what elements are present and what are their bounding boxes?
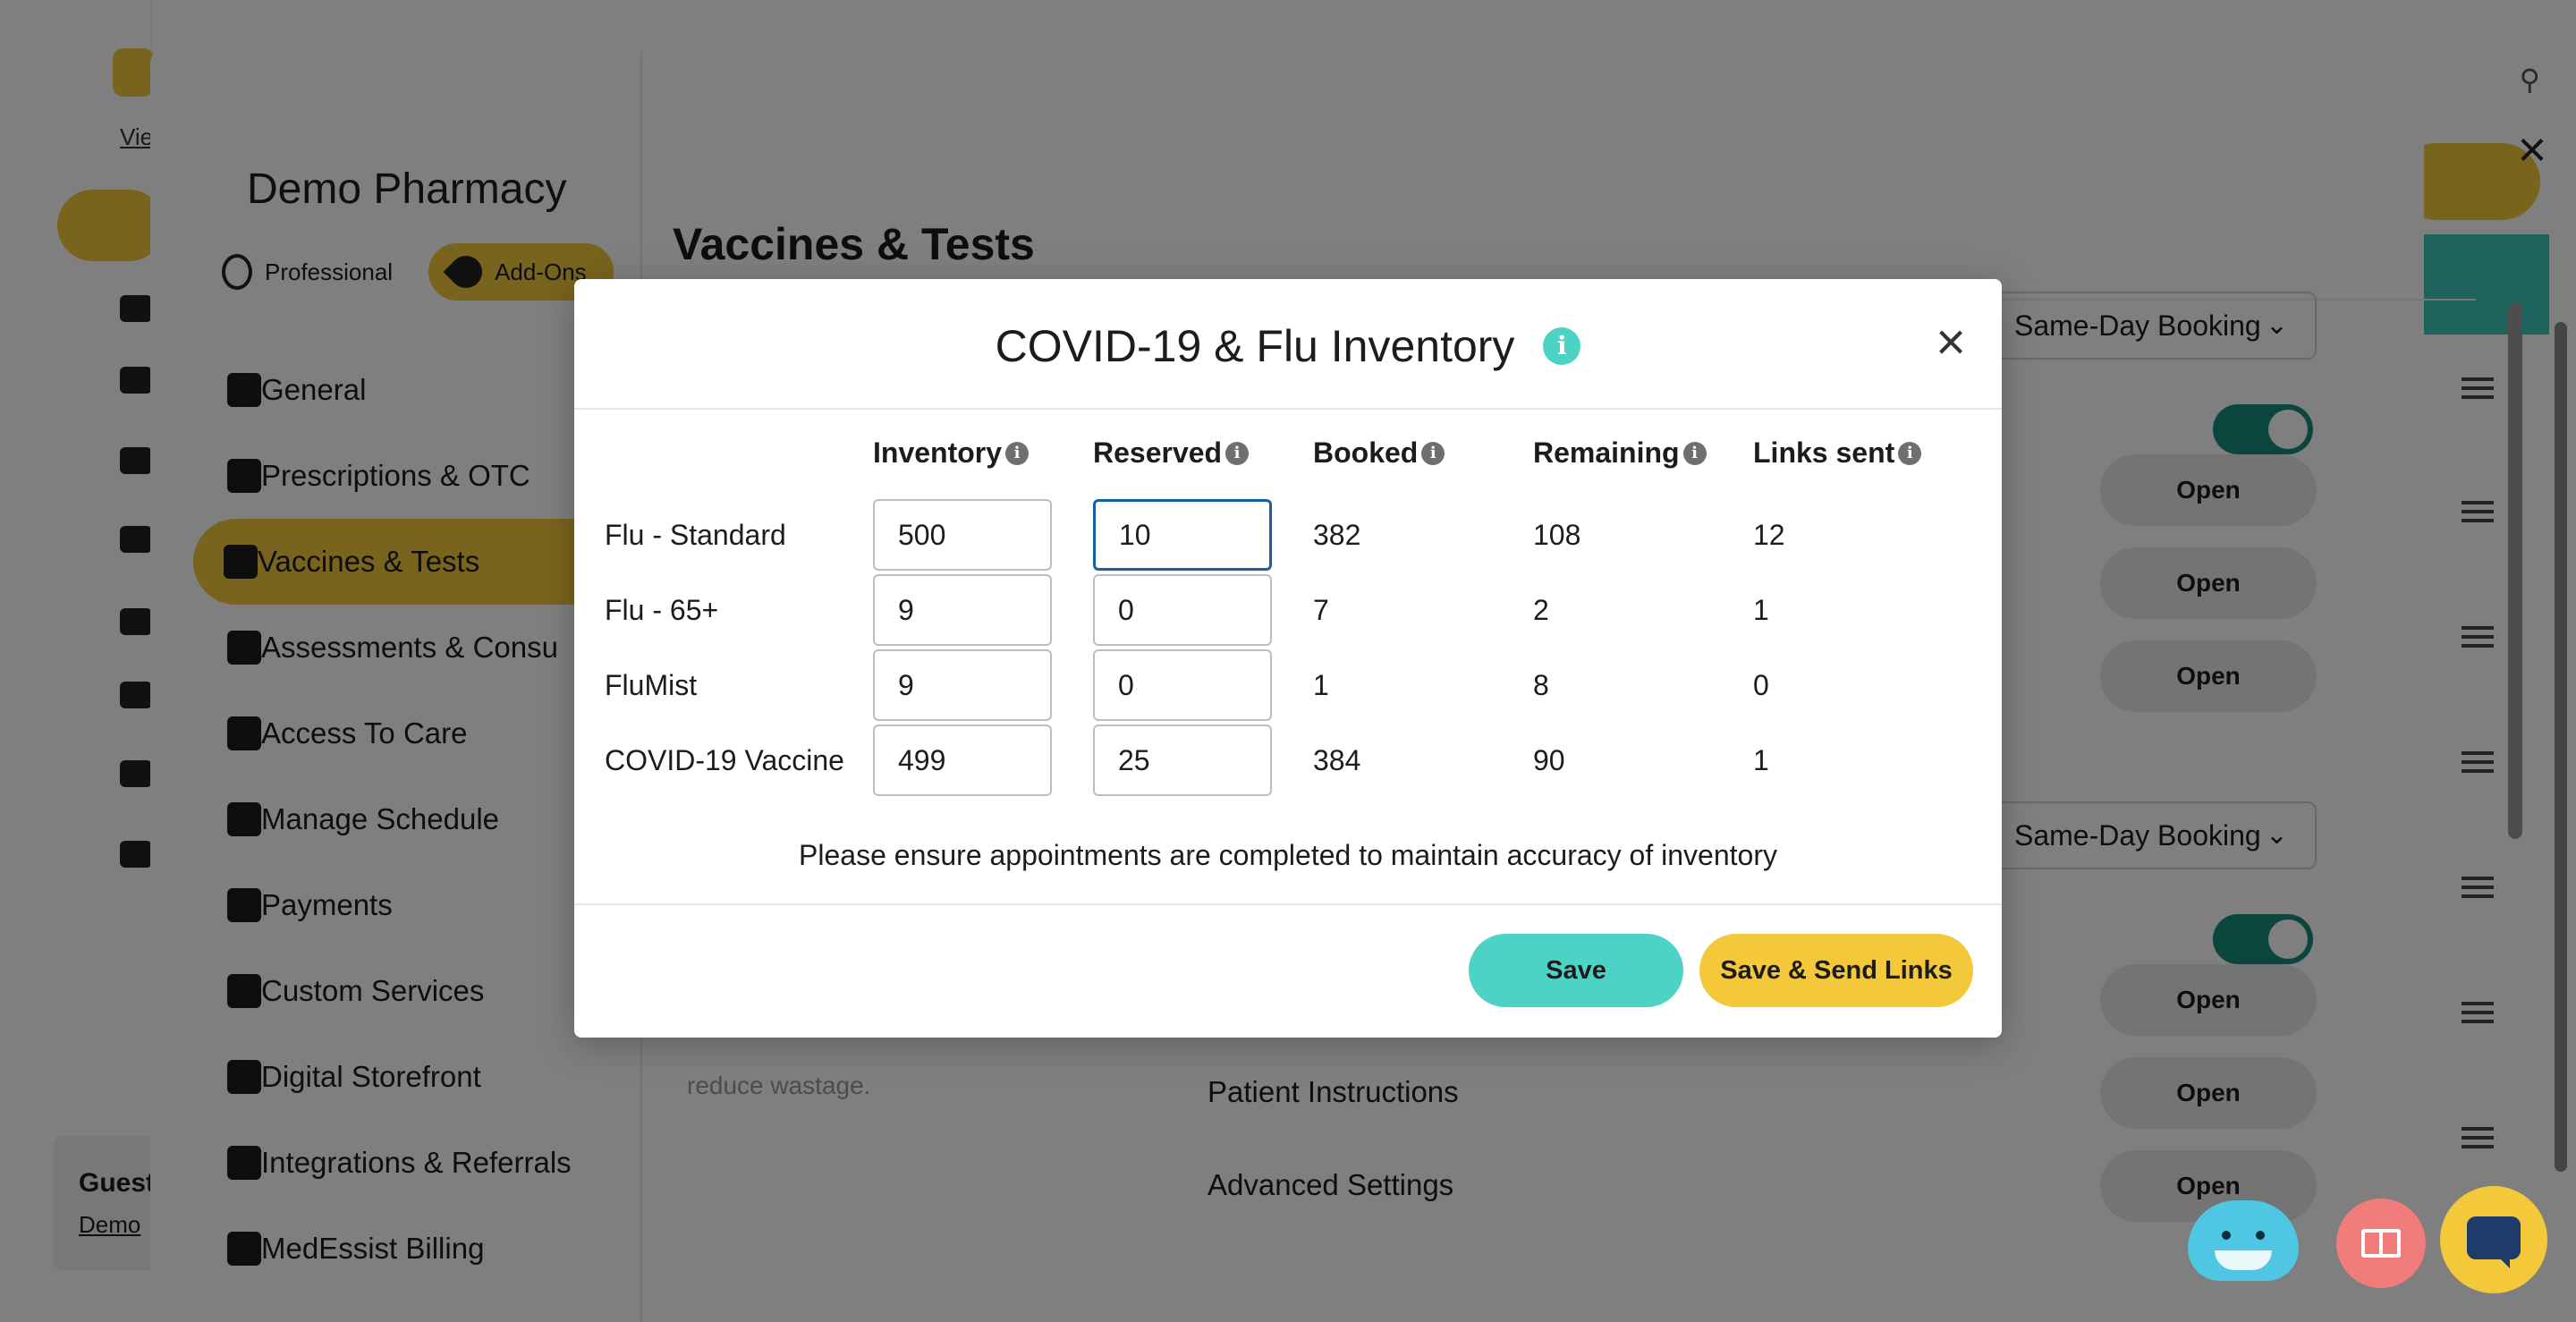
- inventory-note: Please ensure appointments are completed…: [799, 839, 1777, 871]
- info-icon[interactable]: i: [1421, 441, 1445, 465]
- remaining-value: 108: [1533, 519, 1581, 551]
- book-icon: [2361, 1229, 2401, 1258]
- remaining-value: 2: [1533, 594, 1549, 626]
- links-sent-value: 1: [1753, 744, 1769, 776]
- inventory-input[interactable]: [873, 725, 1052, 796]
- reserved-input[interactable]: [1093, 499, 1272, 571]
- booked-value: 1: [1313, 669, 1329, 701]
- chat-button[interactable]: [2440, 1186, 2547, 1293]
- column-header-remaining: Remaining i: [1533, 436, 1707, 470]
- inventory-modal: COVID-19 & Flu Inventory i × Inventory i …: [574, 279, 2002, 1038]
- row-name: COVID-19 Vaccine: [605, 744, 844, 776]
- column-header-label: Booked: [1313, 436, 1419, 469]
- table-row: COVID-19 Vaccine 384 90 1: [605, 725, 1982, 800]
- column-header-label: Remaining: [1533, 436, 1680, 469]
- reserved-input[interactable]: [1093, 649, 1272, 721]
- links-sent-value: 0: [1753, 669, 1769, 701]
- column-header-inventory: Inventory i: [873, 436, 1030, 470]
- mascot-icon[interactable]: [2188, 1200, 2299, 1281]
- reserved-input[interactable]: [1093, 574, 1272, 646]
- table-row: Flu - 65+ 7 2 1: [605, 574, 1982, 649]
- modal-footer: Save Save & Send Links: [574, 903, 2002, 1038]
- inventory-input[interactable]: [873, 574, 1052, 646]
- remaining-value: 90: [1533, 744, 1565, 776]
- info-icon[interactable]: i: [1682, 441, 1707, 465]
- modal-title-text: COVID-19 & Flu Inventory: [995, 320, 1515, 371]
- save-button[interactable]: Save: [1469, 934, 1683, 1007]
- links-sent-value: 12: [1753, 519, 1785, 551]
- remaining-value: 8: [1533, 669, 1549, 701]
- table-row: FluMist 1 8 0: [605, 649, 1982, 725]
- inventory-input[interactable]: [873, 649, 1052, 721]
- inventory-input[interactable]: [873, 499, 1052, 571]
- column-header-booked: Booked i: [1313, 436, 1445, 470]
- column-header-links-sent: Links sent i: [1753, 436, 1922, 470]
- column-header-reserved: Reserved i: [1093, 436, 1250, 470]
- column-header-label: Inventory: [873, 436, 1003, 469]
- row-name: Flu - 65+: [605, 594, 719, 626]
- table-row: Flu - Standard 382 108 12: [605, 499, 1982, 574]
- links-sent-value: 1: [1753, 594, 1769, 626]
- reserved-input[interactable]: [1093, 725, 1272, 796]
- table-header: Inventory i Reserved i Booked i Remaining i …: [605, 436, 1982, 478]
- booked-value: 7: [1313, 594, 1329, 626]
- info-icon[interactable]: i: [1005, 441, 1030, 465]
- chat-icon: [2467, 1216, 2521, 1268]
- row-name: FluMist: [605, 669, 698, 701]
- modal-title: COVID-19 & Flu Inventory i: [574, 317, 2002, 372]
- booked-value: 384: [1313, 744, 1361, 776]
- row-name: Flu - Standard: [605, 519, 786, 551]
- modal-header: COVID-19 & Flu Inventory i ×: [574, 279, 2002, 410]
- info-icon[interactable]: i: [1543, 326, 1581, 365]
- guide-button[interactable]: [2336, 1199, 2426, 1288]
- save-send-links-button[interactable]: Save & Send Links: [1699, 934, 1973, 1007]
- booked-value: 382: [1313, 519, 1361, 551]
- close-icon[interactable]: ×: [1928, 317, 1973, 369]
- column-header-label: Links sent: [1753, 436, 1895, 469]
- inventory-table: Inventory i Reserved i Booked i Remaining i …: [605, 436, 1982, 800]
- info-icon[interactable]: i: [1225, 441, 1250, 465]
- column-header-label: Reserved: [1093, 436, 1223, 469]
- info-icon[interactable]: i: [1898, 441, 1922, 465]
